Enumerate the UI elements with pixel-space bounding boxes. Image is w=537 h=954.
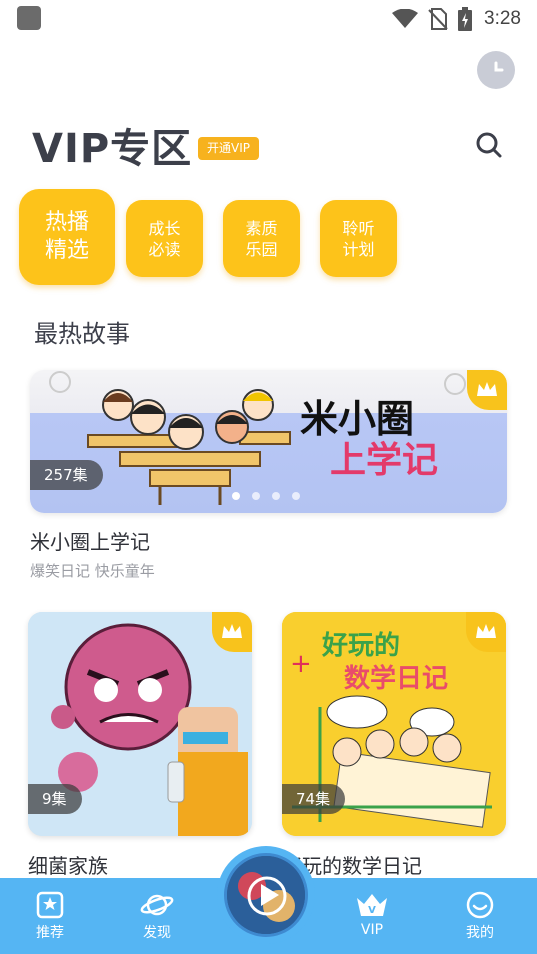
carousel-dot[interactable] [252, 492, 260, 500]
category-tab-hot[interactable]: 热播 精选 [19, 189, 115, 285]
category-tab-listening[interactable]: 聆听 计划 [320, 200, 397, 277]
planet-icon [140, 894, 174, 916]
crown-icon [476, 624, 496, 638]
wifi-icon [392, 9, 418, 28]
star-card-icon [36, 891, 64, 919]
story-card-math[interactable]: 好玩的 数学日记 + 74集 [282, 612, 506, 836]
now-playing-button[interactable] [217, 846, 315, 944]
crown-icon [222, 624, 242, 638]
cover-art [227, 856, 305, 934]
crown-v-icon: V [357, 894, 387, 916]
nav-label: 推荐 [36, 925, 64, 941]
carousel-dot[interactable] [232, 492, 240, 500]
category-tab-growth[interactable]: 成长 必读 [126, 200, 203, 277]
nav-item-recommend[interactable]: 推荐 [15, 888, 85, 942]
artwork-text: 数学日记 [344, 663, 448, 694]
nav-item-discover[interactable]: 发现 [122, 888, 192, 942]
episode-count-badge: 257集 [30, 460, 103, 490]
battery-icon [458, 7, 472, 31]
episode-count-badge: 9集 [28, 784, 82, 814]
category-label: 热播 精选 [44, 210, 89, 263]
vip-crown-badge [212, 612, 252, 652]
category-tab-quality[interactable]: 素质 乐园 [223, 200, 300, 277]
category-label: 聆听 计划 [342, 218, 375, 259]
story-title[interactable]: 米小圈上学记 [30, 526, 150, 555]
search-icon[interactable] [474, 130, 504, 160]
status-bar: 3:28 [0, 0, 537, 40]
vip-crown-badge [467, 370, 507, 410]
history-button[interactable] [477, 51, 515, 89]
section-title: 最热故事 [34, 320, 130, 348]
app-notification-icon [17, 6, 41, 30]
carousel-dot[interactable] [272, 492, 280, 500]
category-label: 素质 乐园 [245, 218, 278, 259]
artwork-text: 米小圈 [300, 397, 414, 441]
smile-icon [466, 891, 494, 919]
now-playing-cover [224, 853, 308, 937]
svg-text:V: V [368, 905, 376, 916]
no-sim-icon [428, 8, 448, 30]
svg-text:+: + [290, 649, 312, 679]
clock-time: 3:28 [484, 8, 521, 29]
vip-crown-badge [466, 612, 506, 652]
nav-label: VIP [360, 922, 384, 938]
page-title: VIP专区 [32, 126, 193, 172]
nav-label: 我的 [466, 925, 494, 941]
clock-icon [494, 61, 504, 72]
crown-icon [477, 382, 497, 396]
nav-item-vip[interactable]: V VIP [337, 888, 407, 938]
story-card-bacteria[interactable]: 9集 [28, 612, 252, 836]
nav-label: 发现 [143, 925, 171, 941]
story-title[interactable]: 细菌家族 [28, 850, 108, 879]
carousel-indicator [232, 492, 300, 500]
artwork-text: 好玩的 [321, 630, 400, 661]
story-subtitle: 爆笑日记 快乐童年 [30, 562, 155, 580]
carousel-dot[interactable] [292, 492, 300, 500]
episode-count-badge: 74集 [282, 784, 346, 814]
nav-item-mine[interactable]: 我的 [445, 888, 515, 942]
category-label: 成长 必读 [148, 218, 181, 259]
artwork-text: 上学记 [330, 439, 438, 481]
open-vip-button[interactable]: 开通VIP [198, 137, 259, 160]
